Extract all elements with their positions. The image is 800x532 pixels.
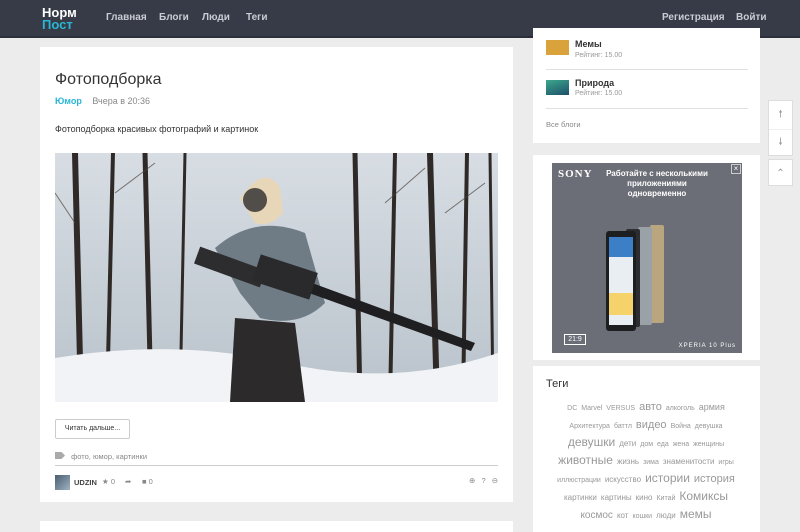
all-blogs-link[interactable]: Все блоги	[546, 120, 581, 129]
comment-count: 0	[148, 477, 153, 486]
post-photo[interactable]	[55, 153, 498, 402]
ad-footer: XPERIA 10 Plus	[678, 343, 736, 349]
ad-badge: 21:9	[564, 334, 586, 345]
blog-name: Мемы	[575, 39, 602, 49]
tags-title: Теги	[546, 378, 569, 390]
tag-link[interactable]: зима	[643, 455, 659, 470]
register-link[interactable]: Регистрация	[662, 12, 725, 23]
tag-link[interactable]: армия	[699, 400, 725, 415]
avatar[interactable]	[55, 475, 70, 490]
vote-up-icon[interactable]: ⊕	[469, 476, 475, 485]
scroll-down-icon[interactable]: 🠗	[769, 129, 792, 157]
tag-link[interactable]: игры	[718, 455, 733, 470]
tag-link[interactable]: Архитектура	[569, 419, 610, 434]
tag-link[interactable]: дети	[619, 436, 636, 451]
tag-link[interactable]: космос	[580, 508, 613, 523]
blog-rating: Рейтинг: 15.00	[575, 52, 623, 59]
tag-link[interactable]: жена	[673, 437, 689, 452]
tag-icon	[55, 452, 65, 459]
tag-link[interactable]: искусство	[605, 472, 641, 487]
tag-link[interactable]: животные	[558, 453, 613, 468]
nature-blog-icon	[546, 80, 569, 95]
favorite-button[interactable]: ★ 0	[102, 477, 115, 486]
sony-ad-banner[interactable]: SONY Работайте с несколькими приложениям…	[552, 163, 742, 353]
scroll-up-icon[interactable]: 🠕	[769, 101, 792, 129]
post-description: Фотоподборка красивых фотографий и карти…	[55, 124, 259, 134]
nav-blogs[interactable]: Блоги	[159, 12, 189, 23]
divider	[546, 108, 748, 109]
post-photo-image	[55, 153, 498, 402]
nav-people[interactable]: Люди	[202, 12, 230, 23]
tag-link[interactable]: Война	[671, 419, 691, 434]
tag-link[interactable]: мемы	[680, 507, 712, 522]
post-category[interactable]: Юмор	[55, 96, 82, 106]
post-meta: Юмор Вчера в 20:36	[55, 96, 150, 106]
ad-text: Работайте с несколькими приложениями одн…	[606, 169, 708, 198]
blog-name: Природа	[575, 78, 615, 88]
tag-link[interactable]: авто	[639, 400, 662, 415]
read-more-button[interactable]: Читать дальше...	[55, 419, 130, 439]
tag-link[interactable]: баттл	[614, 419, 632, 434]
blog-item-memes[interactable]: Мемы Рейтинг: 15.00	[546, 38, 746, 63]
site-logo[interactable]: Норм Пост	[42, 6, 77, 32]
vote-score: ?	[481, 476, 486, 485]
tag-link[interactable]: Китай	[656, 491, 675, 506]
tag-link[interactable]: кошки	[632, 509, 652, 524]
tag-link[interactable]: история	[694, 472, 735, 487]
divider	[546, 69, 748, 70]
scroll-top-icon[interactable]: ⌃	[768, 159, 793, 186]
tag-link[interactable]: алкоголь	[666, 401, 695, 416]
logo-line2: Пост	[42, 17, 73, 32]
tag-link[interactable]: кино	[636, 490, 653, 505]
post-title[interactable]: Фотоподборка	[55, 71, 162, 89]
tag-link[interactable]: истории	[645, 471, 690, 486]
login-link[interactable]: Войти	[736, 12, 767, 23]
tag-link[interactable]: люди	[656, 508, 676, 523]
close-icon[interactable]: ×	[731, 164, 741, 174]
tag-link[interactable]: кот	[617, 508, 629, 523]
tag-link[interactable]: знаменитости	[663, 454, 715, 469]
post-time: Вчера в 20:36	[92, 96, 151, 106]
post-tags: фото, юмор, картинки	[55, 452, 147, 461]
tag-link[interactable]: DC	[567, 401, 577, 416]
scroll-buttons: 🠕 🠗	[768, 100, 793, 156]
phone-illustration	[606, 225, 664, 331]
tag-link[interactable]: еда	[657, 437, 669, 452]
tag-link[interactable]: картинки	[564, 490, 597, 505]
blog-rating: Рейтинг: 15.00	[575, 90, 623, 97]
nav-home[interactable]: Главная	[106, 12, 147, 23]
tag-cloud: DC Marvel VERSUS авто алкоголь армия Архитекту…	[546, 398, 746, 524]
tag-link[interactable]: женщины	[693, 437, 724, 452]
comments-button[interactable]: ■ 0	[142, 477, 153, 486]
tag-link[interactable]: видео	[636, 418, 667, 433]
memes-blog-icon	[546, 40, 569, 55]
vote-down-icon[interactable]: ⊖	[492, 476, 498, 485]
next-post-card	[40, 521, 513, 532]
nav-tags[interactable]: Теги	[246, 12, 267, 23]
blog-item-nature[interactable]: Природа Рейтинг: 15.00	[546, 77, 746, 102]
author-name[interactable]: UDZIN	[74, 478, 97, 487]
tag-link[interactable]: девушки	[568, 435, 615, 450]
tag-link[interactable]: девушка	[695, 419, 723, 434]
tag-link[interactable]: дом	[640, 437, 653, 452]
post-divider	[55, 465, 498, 466]
tag-link[interactable]: Marvel	[581, 401, 602, 416]
tag-link[interactable]: жизнь	[617, 454, 639, 469]
post-tags-text[interactable]: фото, юмор, картинки	[71, 452, 147, 461]
favorite-count: 0	[110, 477, 115, 486]
tag-link[interactable]: картины	[601, 490, 632, 505]
vote-block: ⊕ ? ⊖	[465, 476, 498, 485]
share-icon[interactable]: ➦	[125, 477, 131, 486]
ad-brand: SONY	[558, 168, 593, 180]
tag-link[interactable]: иллюстрации	[557, 473, 601, 488]
tag-link[interactable]: Комиксы	[679, 489, 728, 504]
tag-link[interactable]: VERSUS	[606, 401, 635, 416]
post-footer: UDZIN ★ 0 ➦ ■ 0 ⊕ ? ⊖	[55, 475, 498, 491]
